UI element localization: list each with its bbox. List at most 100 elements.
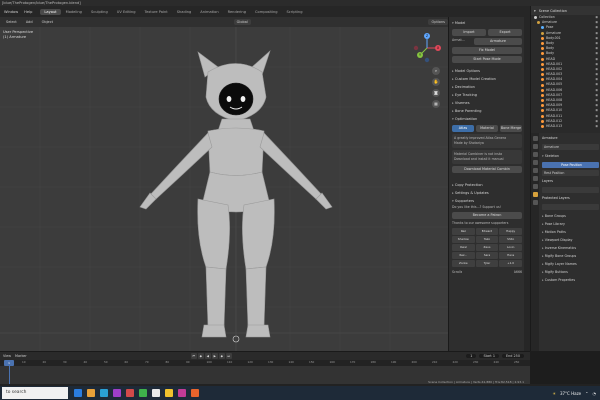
become-patron-button[interactable]: Become a Patron xyxy=(452,212,522,219)
start-frame-field[interactable]: Start 1 xyxy=(479,354,499,358)
tab-compositing[interactable]: Compositing xyxy=(251,9,282,15)
supporter-button[interactable]: Rez xyxy=(452,228,475,235)
section-pose-library[interactable]: Pose Library xyxy=(542,220,599,228)
section-rigify-buttons[interactable]: Rigify Buttons xyxy=(542,268,599,276)
files-icon[interactable] xyxy=(165,389,173,397)
tab-modeling[interactable]: Modeling xyxy=(62,9,86,15)
object-tab-icon[interactable] xyxy=(532,176,538,181)
section-bone-parenting[interactable]: Bone Parenting xyxy=(452,107,522,115)
scene-tab-icon[interactable] xyxy=(532,160,538,165)
next-key-icon[interactable]: ◆ xyxy=(218,353,225,359)
grid-view-icon[interactable]: ▦ xyxy=(432,100,440,108)
pan-hand-icon[interactable]: ✋ xyxy=(432,78,440,86)
timeline-view-menu[interactable]: View xyxy=(3,354,11,358)
mail-icon[interactable] xyxy=(126,389,134,397)
supporter-button[interactable]: Shito xyxy=(499,236,522,243)
store-icon[interactable] xyxy=(113,389,121,397)
tab-animation[interactable]: Animation xyxy=(196,9,222,15)
tab-layout[interactable]: Layout xyxy=(40,8,61,15)
play-reverse-icon[interactable]: ◀ xyxy=(204,353,211,359)
fix-model-button[interactable]: Fix Model xyxy=(452,47,522,54)
bone-tab-icon[interactable] xyxy=(532,200,538,205)
supporter-button[interactable]: Lovin xyxy=(499,244,522,251)
export-button[interactable]: Export xyxy=(488,29,522,36)
tab-sculpting[interactable]: Sculpting xyxy=(87,9,112,15)
tab-texture-paint[interactable]: Texture Paint xyxy=(140,9,171,15)
section-skeleton[interactable]: Skeleton xyxy=(542,152,599,160)
section-viewport-display[interactable]: Viewport Display xyxy=(542,236,599,244)
supporter-button[interactable]: +1.0 xyxy=(499,260,522,267)
supporter-button[interactable]: Edward xyxy=(475,228,499,235)
section-model[interactable]: Model xyxy=(452,19,522,27)
section-inverse-kinematics[interactable]: Inverse Kinematics xyxy=(542,244,599,252)
supporter-button[interactable]: Owel xyxy=(452,244,475,251)
tool-tab-icon[interactable] xyxy=(532,136,538,141)
viewport-options-button[interactable]: Options xyxy=(428,19,448,25)
tab-rendering[interactable]: Rendering xyxy=(224,9,250,15)
output-tab-icon[interactable] xyxy=(532,152,538,157)
section-decimation[interactable]: Decimation xyxy=(452,83,522,91)
menu-help[interactable]: Help xyxy=(22,10,34,14)
section-settings-updates[interactable]: Settings & Updates xyxy=(452,189,522,197)
armature-data-tab-icon[interactable] xyxy=(532,192,538,197)
menu-window[interactable]: Window xyxy=(2,10,20,14)
timeline-marker-menu[interactable]: Marker xyxy=(15,354,27,358)
transform-orientation-dropdown[interactable]: Global xyxy=(233,19,251,25)
protected-layers-grid[interactable] xyxy=(542,204,599,210)
photos-icon[interactable] xyxy=(178,389,186,397)
jump-end-icon[interactable]: ⏭ xyxy=(225,353,232,359)
taskbar-search-input[interactable]: to search xyxy=(2,387,68,399)
section-model-options[interactable]: Model Options xyxy=(452,67,522,75)
tab-atlas[interactable]: Atlas xyxy=(452,125,474,132)
start-pose-mode-button[interactable]: Start Pose Mode xyxy=(452,56,522,63)
outliner-filter-icon[interactable]: ▾ xyxy=(534,9,536,13)
supporter-button[interactable]: Zonke xyxy=(452,260,475,267)
tab-uv-editing[interactable]: UV Editing xyxy=(113,9,140,15)
supporter-button[interactable]: Happy xyxy=(499,228,522,235)
section-custom-model[interactable]: Custom Model Creation xyxy=(452,75,522,83)
armature-dropdown[interactable]: Armature xyxy=(474,38,522,45)
supporter-button[interactable]: Hans xyxy=(499,252,522,259)
chrome-icon[interactable] xyxy=(152,389,160,397)
weather-text[interactable]: 37°C Haze xyxy=(560,391,581,396)
supporter-button[interactable]: Sara xyxy=(475,252,499,259)
section-rigify-bone-groups[interactable]: Rigify Bone Groups xyxy=(542,252,599,260)
modifier-tab-icon[interactable] xyxy=(532,184,538,189)
supporter-button[interactable]: Rez... xyxy=(452,252,475,259)
section-custom-properties[interactable]: Custom Properties xyxy=(542,276,599,284)
tab-scripting[interactable]: Scripting xyxy=(283,9,307,15)
task-view-icon[interactable] xyxy=(74,389,82,397)
armature-data-name-field[interactable]: Armature xyxy=(542,144,599,150)
section-eye-tracking[interactable]: Eye Tracking xyxy=(452,91,522,99)
object-menu[interactable]: Object xyxy=(39,19,56,25)
zoom-icon[interactable]: ⌕ xyxy=(432,67,440,75)
tab-material[interactable]: Material xyxy=(476,125,498,132)
tab-shading[interactable]: Shading xyxy=(173,9,196,15)
add-menu[interactable]: Add xyxy=(23,19,36,25)
chevron-up-icon[interactable]: ⌃ xyxy=(585,391,588,396)
supporter-button[interactable]: Tyler xyxy=(475,260,499,267)
select-menu[interactable]: Select xyxy=(3,19,20,25)
layers-grid[interactable] xyxy=(542,187,599,193)
prev-key-icon[interactable]: ◆ xyxy=(197,353,204,359)
spotify-icon[interactable] xyxy=(139,389,147,397)
navigation-gizmo[interactable]: X Z Y xyxy=(412,33,442,63)
section-supporters[interactable]: Supporters xyxy=(452,197,522,205)
pose-position-toggle[interactable]: Pose Position xyxy=(542,162,599,168)
tab-bone-merge[interactable]: Bone Merge xyxy=(500,125,522,132)
section-optimization[interactable]: Optimization xyxy=(452,115,522,123)
supporter-button[interactable]: Shadow xyxy=(452,236,475,243)
section-copy-protection[interactable]: Copy Protection xyxy=(452,181,522,189)
current-frame-field[interactable]: 1 xyxy=(466,354,477,358)
section-motion-paths[interactable]: Motion Paths xyxy=(542,228,599,236)
download-material-combiner-button[interactable]: Download Material Combin xyxy=(452,166,522,173)
visibility-eye-icon[interactable]: ◉ xyxy=(595,124,600,129)
play-icon[interactable]: ▶ xyxy=(211,353,218,359)
end-frame-field[interactable]: End 250 xyxy=(502,354,524,358)
world-tab-icon[interactable] xyxy=(532,168,538,173)
blender-icon[interactable] xyxy=(191,389,199,397)
outliner-row[interactable]: HEAD.013 ◉ xyxy=(531,124,600,129)
supporter-button[interactable]: Zeus xyxy=(475,244,499,251)
section-rigify-layer-names[interactable]: Rigify Layer Names xyxy=(542,260,599,268)
rest-position-toggle[interactable]: Rest Position xyxy=(542,170,599,176)
